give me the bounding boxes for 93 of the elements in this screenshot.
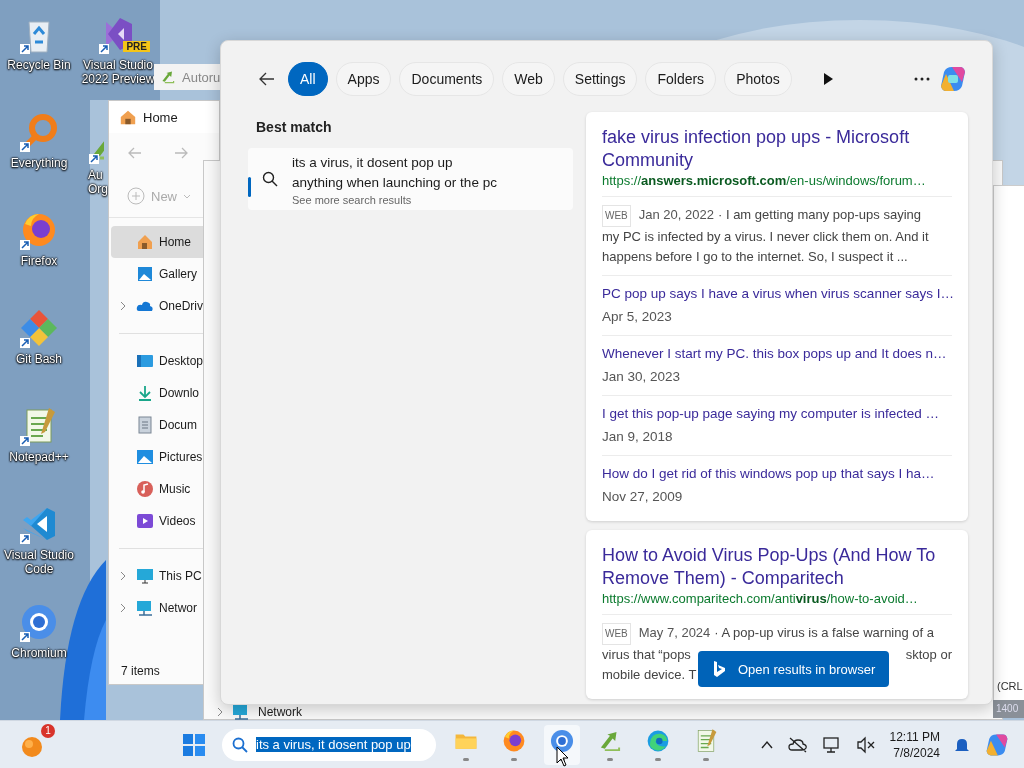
sidebar-item[interactable]: Gallery (111, 258, 203, 290)
arrows-icon (160, 69, 176, 85)
result-link[interactable]: PC pop up says I have a virus when virus scanner says I… (602, 284, 952, 304)
home-icon (136, 233, 154, 251)
status-text: 1400 (993, 700, 1024, 718)
sidebar-item[interactable]: Network (258, 705, 302, 719)
ring-icon[interactable] (549, 728, 575, 754)
result-snippet: virus that “pops (602, 646, 691, 664)
section-heading: Best match (256, 119, 333, 135)
status-text: 7 items (120, 664, 161, 680)
network-icon (232, 703, 250, 721)
best-match-item[interactable]: its a virus, it dosent pop up anything when launching or the pc See more search results (248, 148, 573, 210)
network-icon[interactable] (821, 735, 842, 754)
query-text: anything when launching or the pc (292, 173, 497, 192)
source-tag: WEB (602, 623, 631, 645)
chevron-icon[interactable] (119, 571, 127, 581)
filter-tab[interactable]: Apps (335, 62, 392, 96)
magnifier-icon[interactable] (19, 112, 59, 152)
monitor-icon (136, 567, 154, 585)
sidebar-item[interactable]: Networ (111, 592, 203, 624)
result-snippet: my PC is infected by a virus. I never click them on. And it (602, 228, 929, 246)
result-snippet: sktop or (905, 646, 952, 664)
search-icon (232, 736, 248, 753)
ring-icon[interactable] (19, 602, 59, 642)
diamond-icon[interactable] (19, 308, 59, 348)
preview-badge: PRE (123, 41, 150, 52)
chevron-icon[interactable] (216, 707, 224, 717)
result-link[interactable]: Whenever I start my PC. this box pops up and It does n… (602, 344, 952, 364)
sidebar-item[interactable]: Home (111, 226, 203, 258)
music-icon (136, 480, 154, 498)
plus-icon (127, 187, 145, 205)
sidebar-item[interactable]: Downlo (111, 377, 203, 409)
result-date: May 7, 2024 (638, 624, 711, 642)
bing-icon (712, 660, 726, 678)
home-icon (119, 108, 137, 126)
clock[interactable]: 12:11 PM 7/8/2024 (889, 728, 940, 761)
back-arrow-icon[interactable] (258, 70, 276, 88)
play-icon[interactable] (821, 72, 834, 86)
result-snippet: · I am getting many pop-ups saying (717, 206, 922, 224)
start-icon[interactable] (182, 732, 206, 757)
window-tab[interactable]: Home (109, 101, 219, 133)
sidebar-item[interactable]: Videos (111, 505, 203, 537)
volume-muted-icon[interactable] (855, 735, 876, 754)
result-snippet: · A pop-up virus is a false warning of a (714, 624, 934, 642)
result-date: Jan 30, 2023 (602, 368, 682, 386)
sidebar-item[interactable]: Music (111, 473, 203, 505)
filter-tab[interactable]: Settings (562, 62, 638, 96)
open-in-browser-button[interactable]: Open results in browser (698, 651, 890, 687)
chevron-icon[interactable] (119, 301, 127, 311)
cloud-off-icon[interactable] (787, 736, 808, 753)
gallery-icon (136, 265, 154, 283)
query-text: its a virus, it dosent pop up (292, 153, 454, 172)
result-link[interactable]: How to Avoid Virus Pop-Ups (And How To Remove Them) - Comparitech (602, 544, 952, 590)
result-snippet: mobile device. T (602, 666, 697, 684)
search-field[interactable]: its a virus, it dosent pop up (222, 728, 436, 761)
download-icon (136, 384, 154, 402)
filter-tab[interactable]: Documents (399, 62, 495, 96)
network-icon (136, 599, 154, 617)
status-text: (CRL (996, 680, 1023, 692)
filter-tab[interactable]: Folders (645, 62, 717, 96)
result-date: Jan 9, 2018 (602, 428, 674, 446)
notification-badge: 1 (41, 723, 55, 738)
search-icon (262, 171, 278, 187)
result-url[interactable]: https://answers.microsoft.com/en-us/windows/forum… (602, 173, 952, 188)
copilot-icon[interactable] (938, 64, 968, 94)
filter-tab[interactable]: Web (502, 62, 555, 96)
sidebar-item[interactable]: Desktop (111, 345, 203, 377)
browser-icon[interactable] (501, 728, 527, 754)
hint-text: See more search results (292, 193, 413, 206)
desktop-icon (136, 352, 154, 370)
more-icon[interactable] (914, 76, 930, 82)
sidebar-item[interactable]: Docum (111, 409, 203, 441)
chevron-icon[interactable] (119, 603, 127, 613)
document-icon (136, 416, 154, 434)
sidebar-item[interactable]: This PC (111, 560, 203, 592)
result-link[interactable]: fake virus infection pop ups - Microsoft Community (602, 126, 952, 172)
result-snippet: happens before I go to the internet. So, I suspect it ... (602, 248, 908, 266)
sidebar-item[interactable]: Pictures (111, 441, 203, 473)
result-link[interactable]: How do I get rid of this windows pop up that says I ha… (602, 464, 952, 484)
result-date: Nov 27, 2009 (602, 488, 684, 506)
filter-tab[interactable]: Photos (724, 62, 792, 96)
sidebar-item[interactable]: OneDriv (111, 290, 203, 322)
caret-icon (183, 192, 191, 200)
window-title: Autoru (182, 69, 221, 85)
filter-tab[interactable]: All (288, 62, 328, 96)
source-tag: WEB (602, 205, 631, 227)
result-date: Jan 20, 2022 (638, 206, 714, 224)
browser-icon[interactable] (645, 728, 671, 754)
video-icon (136, 512, 154, 530)
result-date: Apr 5, 2023 (602, 308, 673, 326)
result-url[interactable]: https://www.comparitech.com/antivirus/how-to-avoid… (602, 591, 952, 606)
result-link[interactable]: I get this pop-up page saying my computer is infected … (602, 404, 952, 424)
pictures-icon (136, 448, 154, 466)
